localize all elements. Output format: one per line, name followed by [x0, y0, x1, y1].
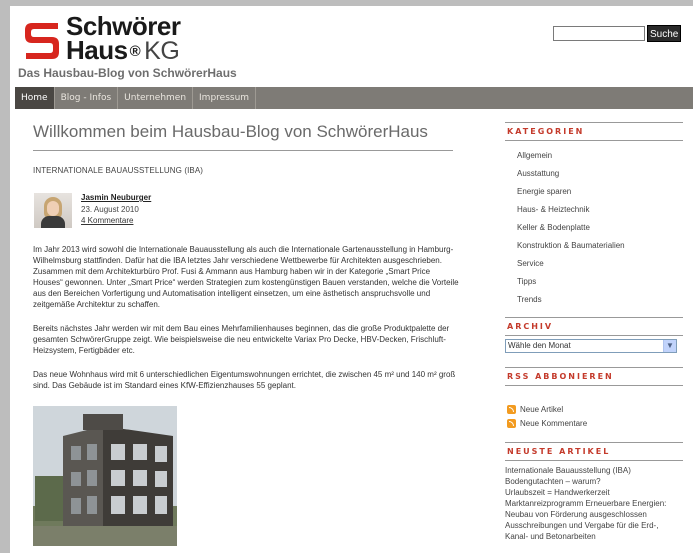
category-item[interactable]: Allgemein — [505, 147, 683, 165]
brand-kg: KG — [144, 37, 180, 65]
news-item[interactable]: Marktanreizprogramm Erneuerbare Energien… — [505, 498, 683, 520]
post-paragraph: Das neue Wohnhaus wird mit 6 unterschied… — [33, 370, 456, 390]
author-link[interactable]: Jasmin Neuburger — [81, 193, 151, 202]
archive-heading: ARCHIV — [505, 317, 683, 336]
nav-item-blog-infos[interactable]: Blog - Infos — [55, 87, 119, 109]
news-heading: NEUSTE ARTIKEL — [505, 442, 683, 461]
search-button[interactable]: Suche — [647, 25, 682, 42]
rss-icon — [507, 418, 516, 428]
schwoerer-logo-icon[interactable] — [22, 19, 62, 63]
rss-icon — [507, 404, 516, 414]
nav-item-home[interactable]: Home — [15, 87, 55, 109]
news-item[interactable]: Internationale Bauausstellung (IBA) — [505, 465, 683, 476]
search-input[interactable] — [553, 26, 645, 41]
main-navigation: Home Blog - Infos Unternehmen Impressum — [15, 87, 693, 109]
category-item[interactable]: Tipps — [505, 273, 683, 291]
category-list: Allgemein Ausstattung Energie sparen Hau… — [505, 147, 683, 309]
brand-name-line2[interactable]: Haus ® KG — [66, 35, 180, 65]
site-tagline: Das Hausbau-Blog von SchwörerHaus — [18, 66, 237, 80]
post-meta: Jasmin Neuburger 23. August 2010 4 Komme… — [33, 193, 463, 233]
author-avatar — [34, 193, 72, 228]
news-item[interactable]: Urlaubszeit = Handwerkerzeit — [505, 487, 683, 498]
rss-label: Neue Kommentare — [520, 418, 588, 428]
archive-select-value: Wähle den Monat — [508, 341, 571, 350]
rss-heading: RSS ABBONIEREN — [505, 367, 683, 386]
news-item[interactable]: Ausschreibungen und Vergabe für die Erd-… — [505, 520, 683, 542]
post-paragraph: Bereits nächstes Jahr werden wir mit dem… — [33, 324, 450, 355]
main-content: Willkommen beim Hausbau-Blog von Schwöre… — [33, 122, 463, 546]
brand-registered: ® — [129, 43, 141, 60]
news-item[interactable]: Bodengutachten – warum? — [505, 476, 683, 487]
brand-haus: Haus — [66, 35, 128, 65]
news-list: Internationale Bauausstellung (IBA) Bode… — [505, 465, 683, 542]
post-category-title[interactable]: INTERNATIONALE BAUAUSSTELLUNG (IBA) — [33, 166, 463, 175]
archive-month-select[interactable]: Wähle den Monat ▼ — [505, 339, 677, 353]
nav-item-impressum[interactable]: Impressum — [193, 87, 257, 109]
nav-item-unternehmen[interactable]: Unternehmen — [118, 87, 194, 109]
page: Schwörer Haus ® KG Das Hausbau-Blog von Sc… — [10, 6, 693, 553]
category-item[interactable]: Service — [505, 255, 683, 273]
sidebar: KATEGORIEN Allgemein Ausstattung Energie… — [505, 122, 683, 542]
building-image[interactable] — [33, 406, 177, 546]
category-item[interactable]: Ausstattung — [505, 165, 683, 183]
chevron-down-icon[interactable]: ▼ — [663, 340, 676, 352]
category-item[interactable]: Konstruktion & Baumaterialien — [505, 237, 683, 255]
category-item[interactable]: Keller & Bodenplatte — [505, 219, 683, 237]
rss-link-articles[interactable]: Neue Artikel — [507, 402, 683, 416]
category-item[interactable]: Haus- & Heiztechnik — [505, 201, 683, 219]
comments-link[interactable]: 4 Kommentare — [81, 216, 133, 225]
category-item[interactable]: Trends — [505, 291, 683, 309]
category-item[interactable]: Energie sparen — [505, 183, 683, 201]
rss-label: Neue Artikel — [520, 404, 564, 414]
post-paragraph: Im Jahr 2013 wird sowohl die Internation… — [33, 245, 459, 309]
rss-link-comments[interactable]: Neue Kommentare — [507, 416, 683, 430]
post-date: 23. August 2010 — [81, 205, 139, 214]
categories-heading: KATEGORIEN — [505, 122, 683, 141]
page-title: Willkommen beim Hausbau-Blog von Schwöre… — [33, 122, 453, 151]
